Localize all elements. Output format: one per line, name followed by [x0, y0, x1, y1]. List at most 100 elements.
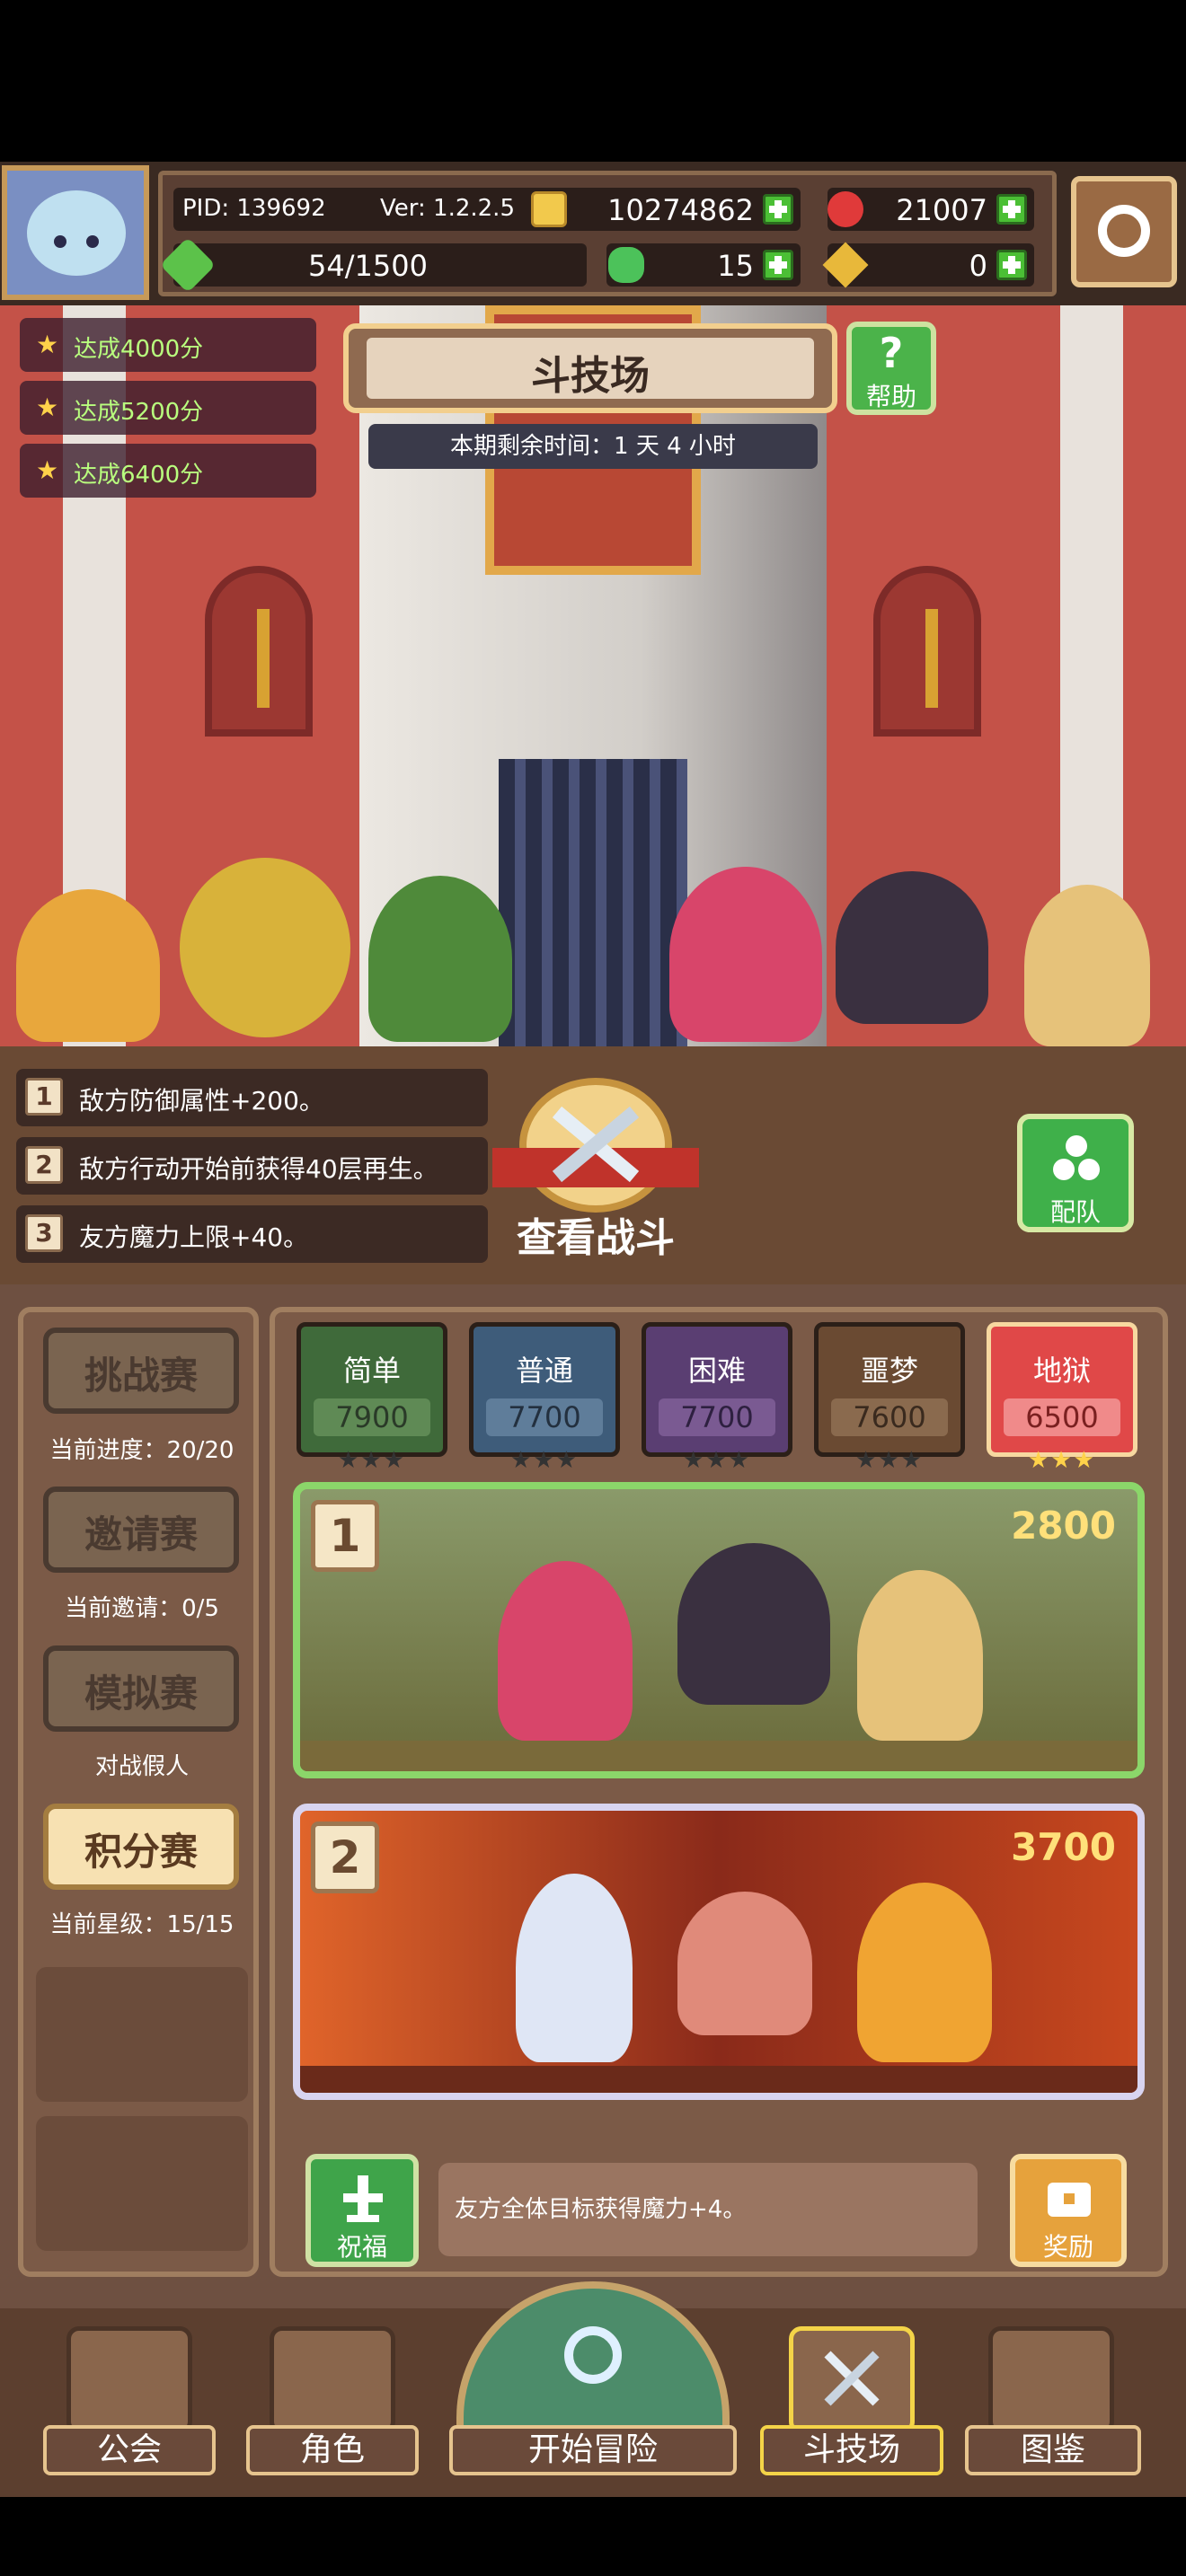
sword-icon	[925, 609, 938, 708]
empty-mode-slot	[36, 1967, 248, 2102]
empty-mode-slot	[36, 2116, 248, 2251]
objective-label: 达成5200分	[74, 399, 204, 426]
gem-amount: 21007	[896, 193, 987, 227]
reward-button[interactable]: 奖励	[1010, 2154, 1127, 2267]
mode-label: 积分赛	[84, 1830, 198, 1874]
stamina-pill: 54/1500	[159, 236, 587, 294]
difficulty-stars: ★★★	[338, 1447, 406, 1474]
mode-points-button[interactable]: 积分赛	[43, 1804, 239, 1890]
gem-pill: 21007	[828, 188, 1034, 231]
modifier-text: 敌方防御属性+200。	[79, 1086, 324, 1116]
sword-icon	[257, 609, 270, 708]
enemy-dragon-girl	[498, 1561, 633, 1741]
codex-nav-icon[interactable]	[988, 2326, 1114, 2434]
view-battle-button[interactable]: 查看战斗	[492, 1078, 699, 1261]
key-amount: 0	[969, 249, 987, 283]
star-icon: ★	[36, 330, 59, 359]
castle-window	[205, 566, 313, 737]
difficulty-score: 7700	[659, 1398, 775, 1436]
character-witch	[16, 889, 160, 1042]
help-button[interactable]: ? 帮助	[846, 322, 936, 415]
pid-version-pill: PID: 139692 Ver: 1.2.2.5	[173, 188, 551, 231]
view-battle-label: 查看战斗	[517, 1215, 675, 1261]
enemy-fire-girl	[857, 1883, 992, 2062]
difficulty-stars: ★★★	[855, 1447, 924, 1474]
player-avatar[interactable]	[2, 165, 149, 300]
character-nav-icon[interactable]	[270, 2326, 395, 2434]
nav-start-adventure[interactable]: 开始冒险	[449, 2425, 737, 2475]
season-timer: 本期剩余时间：1 天 4 小时	[368, 424, 818, 469]
stage-card-2[interactable]: 2 3700	[293, 1804, 1145, 2100]
gold-amount: 10274862	[607, 193, 754, 227]
arena-gate	[499, 759, 687, 1046]
stamina-amount: 54/1500	[308, 249, 428, 283]
arena-nav-icon[interactable]	[789, 2326, 915, 2434]
settings-button[interactable]	[1071, 176, 1177, 287]
objective-item: ★ 达成6400分	[20, 444, 316, 498]
stage-score: 3700	[1011, 1825, 1116, 1869]
character-goggles-girl	[1024, 885, 1150, 1046]
difficulty-name: 简单	[342, 1354, 401, 1388]
difficulty-stars: ★★★	[1028, 1447, 1096, 1474]
resource-panel: PID: 139692 Ver: 1.2.2.5 10274862 21007 …	[158, 171, 1057, 296]
star-icon: ★	[36, 393, 59, 422]
difficulty-name: 困难	[687, 1354, 746, 1388]
add-gem-icon[interactable]	[996, 194, 1027, 225]
difficulty-name: 噩梦	[860, 1354, 918, 1388]
difficulty-hell[interactable]: 地狱 6500 ★★★	[987, 1322, 1137, 1474]
modifier-text: 友方魔力上限+40。	[79, 1222, 309, 1252]
add-gold-icon[interactable]	[763, 194, 793, 225]
avatar-face	[27, 190, 126, 276]
stage-card-1[interactable]: 1 2800	[293, 1482, 1145, 1778]
character-bat-girl	[836, 871, 988, 1024]
character-dragon-girl	[669, 867, 822, 1042]
arena-title-plate: 斗技场	[343, 323, 837, 413]
mode-invite-button[interactable]: 邀请赛	[43, 1486, 239, 1573]
stage-score: 2800	[1011, 1504, 1116, 1548]
avatar-eye	[54, 235, 66, 248]
pid-text: PID: 139692	[182, 195, 326, 222]
magnifier-icon	[564, 2326, 622, 2384]
team-setup-button[interactable]: 配队	[1017, 1114, 1134, 1232]
gold-coin-icon	[531, 191, 567, 227]
difficulty-easy[interactable]: 简单 7900 ★★★	[296, 1322, 447, 1474]
key-icon	[822, 242, 869, 288]
clover-amount: 15	[717, 249, 754, 283]
mode-challenge-button[interactable]: 挑战赛	[43, 1328, 239, 1414]
reward-label: 奖励	[1042, 2232, 1093, 2262]
difficulty-hard[interactable]: 困难 7700 ★★★	[642, 1322, 792, 1474]
difficulty-stars: ★★★	[510, 1447, 579, 1474]
difficulty-score: 7900	[314, 1398, 430, 1436]
stage-number: 2	[311, 1822, 379, 1893]
key-pill: 0	[822, 242, 1034, 288]
guild-nav-icon[interactable]	[66, 2326, 192, 2434]
enemy-swordmaiden	[516, 1874, 633, 2062]
difficulty-nightmare[interactable]: 噩梦 7600 ★★★	[814, 1322, 965, 1474]
stage-number: 1	[311, 1500, 379, 1572]
nav-character[interactable]: 角色	[246, 2425, 419, 2475]
objective-label: 达成4000分	[74, 336, 204, 363]
bottom-safe-area	[0, 2515, 1186, 2576]
nav-arena[interactable]: 斗技场	[760, 2425, 943, 2475]
nav-codex[interactable]: 图鉴	[965, 2425, 1141, 2475]
team-icon	[1053, 1135, 1100, 1180]
stage-ground	[300, 1741, 1137, 1771]
blessing-description: 友方全体目标获得魔力+4。	[438, 2163, 978, 2256]
objective-label: 达成6400分	[74, 462, 204, 489]
nav-guild[interactable]: 公会	[43, 2425, 216, 2475]
modifier-number: 3	[25, 1214, 63, 1252]
mode-subtext: 当前进度：20/20	[49, 1437, 235, 1464]
modifier-number: 1	[25, 1078, 63, 1116]
gear-icon	[1098, 205, 1150, 257]
mode-subtext: 对战假人	[94, 1753, 189, 1780]
mode-simulation-button[interactable]: 模拟赛	[43, 1645, 239, 1732]
blessing-button[interactable]: 祝福	[305, 2154, 419, 2267]
difficulty-name: 普通	[515, 1354, 573, 1388]
stage-ground	[300, 2066, 1137, 2093]
blessing-icon	[343, 2175, 383, 2222]
difficulty-normal[interactable]: 普通 7700 ★★★	[469, 1322, 620, 1474]
add-clover-icon[interactable]	[763, 250, 793, 280]
modifier-item: 1 敌方防御属性+200。	[16, 1069, 488, 1126]
difficulty-score: 7600	[831, 1398, 948, 1436]
add-key-icon[interactable]	[996, 250, 1027, 280]
